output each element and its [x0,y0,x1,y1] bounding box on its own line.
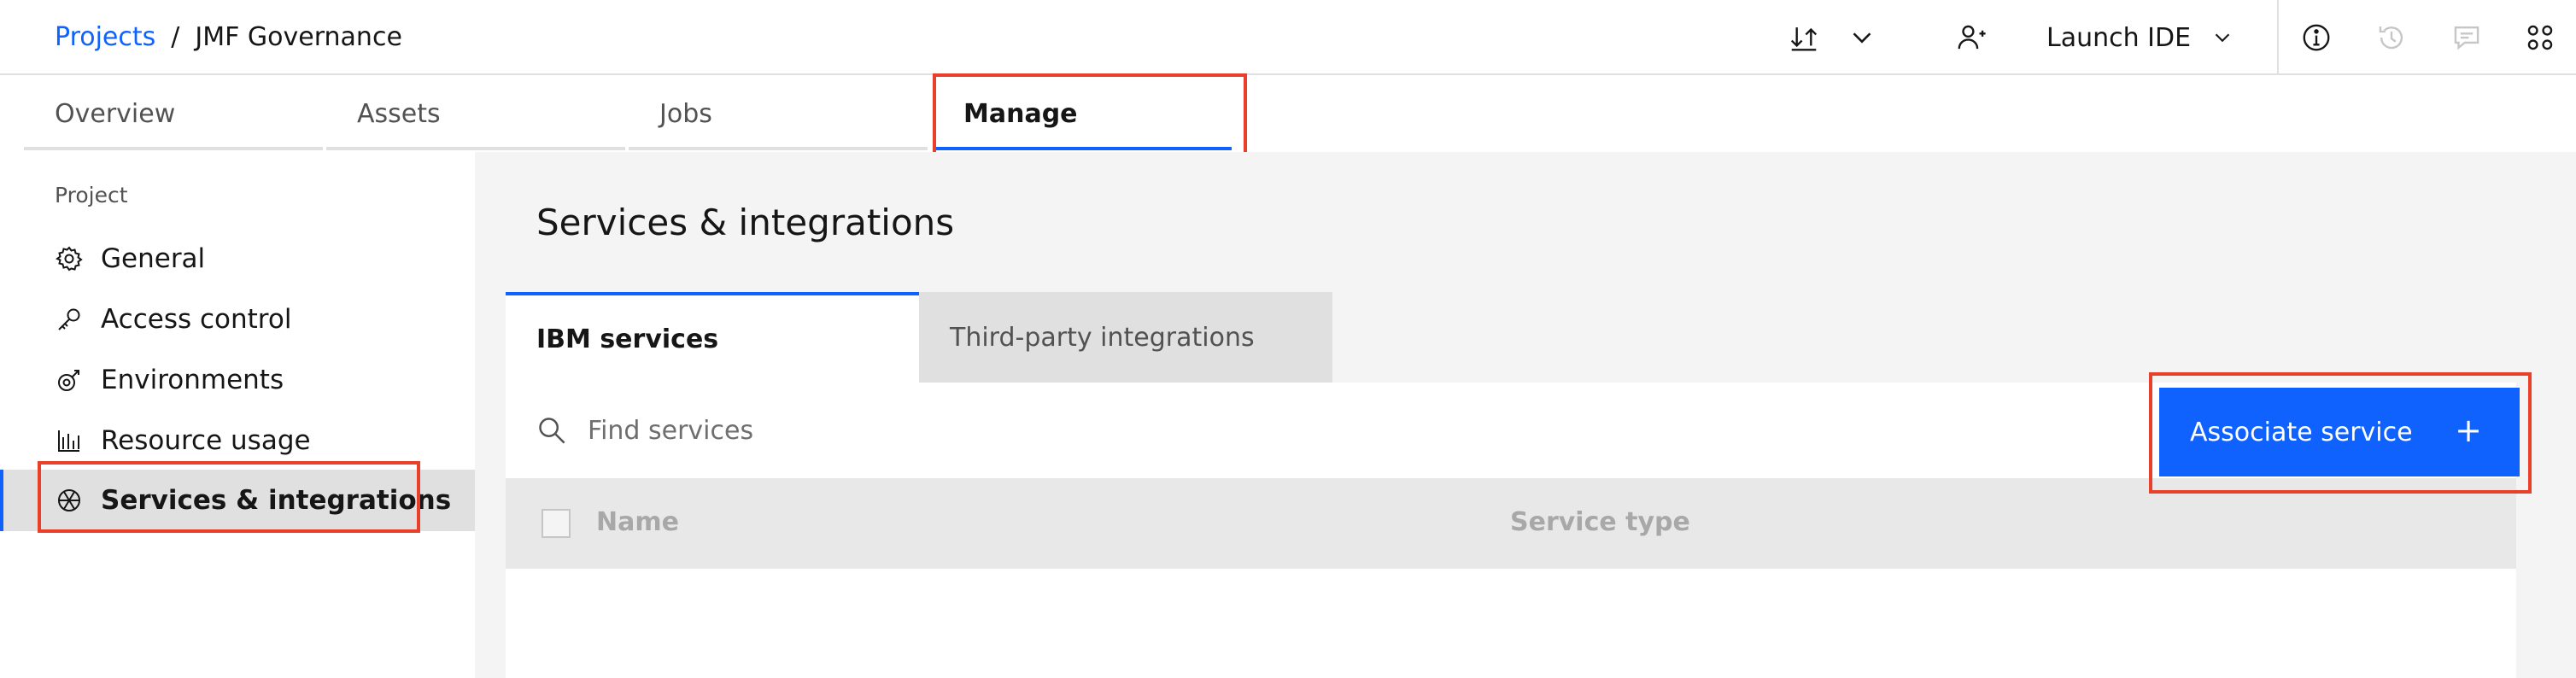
page-title: Services & integrations [536,202,955,243]
breadcrumb-separator: / [171,22,180,52]
table-body [506,569,2516,678]
tab-jobs[interactable]: Jobs [629,77,933,150]
integration-icon [55,486,84,515]
column-header-service-type[interactable]: Service type [1510,507,1690,537]
tab-ibm-services[interactable]: IBM services [506,292,919,383]
sidebar-item-label: Environments [101,365,284,395]
import-export-icon[interactable] [1785,19,1823,56]
search-icon [539,418,565,444]
sidebar-item-environments[interactable]: Environments [0,349,475,411]
breadcrumb-projects-link[interactable]: Projects [55,19,155,56]
launch-ide-menu[interactable]: Launch IDE [2046,19,2235,56]
sidebar-item-resource-usage[interactable]: Resource usage [0,410,475,471]
tab-manage[interactable]: Manage [933,77,1237,150]
tab-label: Overview [55,98,176,129]
search-input[interactable] [588,403,1698,458]
service-subtabs: IBM services Third-party integrations [506,292,1332,383]
table-header: Name Service type [506,478,2516,569]
top-header: Projects / JMF Governance Launch IDE [0,0,2576,75]
tab-label: Assets [357,98,441,129]
sidebar-item-general[interactable]: General [0,228,475,289]
information-icon[interactable] [2298,19,2335,56]
sidebar-item-label: General [101,243,206,274]
bar-chart-icon [55,426,84,455]
plus-icon: + [2455,412,2482,449]
main-content: Services & integrations IBM services Thi… [475,152,2576,678]
sidebar-item-label: Access control [101,304,292,335]
subtab-label: Third-party integrations [950,322,1255,353]
breadcrumb-current: JMF Governance [195,22,402,52]
sidebar-item-label: Resource usage [101,425,311,456]
tab-label: Jobs [659,98,712,129]
environment-icon [55,365,84,395]
sidebar-item-access-control[interactable]: Access control [0,289,475,350]
gear-icon [55,244,84,273]
apps-icon[interactable] [2521,19,2559,56]
comments-icon[interactable] [2448,19,2485,56]
sidebar-item-label: Services & integrations [101,485,452,516]
key-icon [55,305,84,334]
launch-ide-label: Launch IDE [2046,22,2192,53]
tab-assets[interactable]: Assets [326,77,630,150]
tab-label: Manage [963,98,1078,129]
history-icon[interactable] [2373,19,2410,56]
sidebar-heading: Project [55,183,128,207]
tab-overview[interactable]: Overview [24,77,328,150]
chevron-down-icon [2215,33,2230,43]
header-divider [2277,0,2279,73]
chevron-down-icon[interactable] [1843,19,1881,56]
associate-service-button[interactable]: Associate service + [2159,388,2520,476]
column-header-name[interactable]: Name [596,507,679,537]
add-user-icon[interactable] [1952,19,1990,56]
sidebar: Project General Access control Environme… [0,152,475,678]
tab-third-party-integrations[interactable]: Third-party integrations [919,292,1332,383]
associate-service-label: Associate service [2190,417,2413,447]
subtab-label: IBM services [536,324,719,354]
breadcrumb: Projects / JMF Governance [55,19,402,56]
project-tabs: Overview Assets Jobs Manage [0,77,2576,152]
sidebar-item-services-integrations[interactable]: Services & integrations [0,470,475,531]
select-all-checkbox[interactable] [542,509,571,538]
